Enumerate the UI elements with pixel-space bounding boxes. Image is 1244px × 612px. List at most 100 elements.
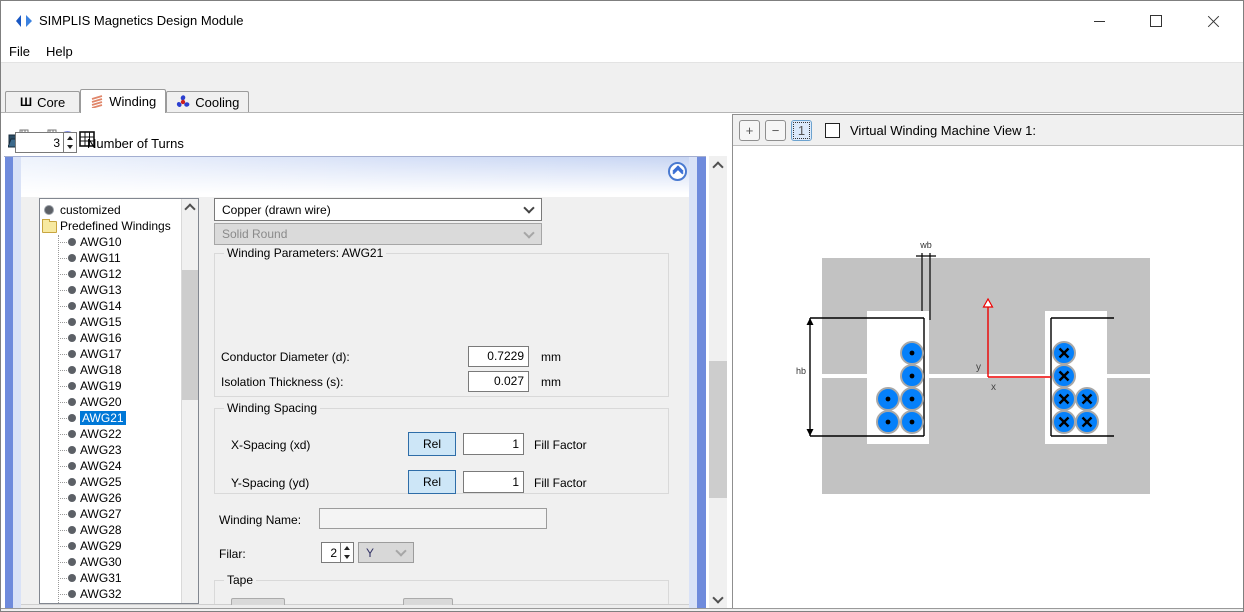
chevron-up-icon — [184, 203, 195, 214]
x-fill-factor-field[interactable]: 1 — [463, 433, 524, 455]
tree-item-awg11[interactable]: AWG11 — [40, 250, 183, 266]
item-dot-icon — [68, 494, 76, 502]
scroll-down-button[interactable] — [709, 590, 727, 608]
tree-item-label: AWG31 — [80, 571, 122, 585]
wire-shape-combobox-value: Solid Round — [222, 227, 287, 241]
y-fill-factor-field[interactable]: 1 — [463, 471, 524, 493]
tree-branch — [58, 258, 67, 259]
tree-item-label: AWG11 — [80, 251, 121, 265]
window-bottom-edge — [1, 608, 1244, 612]
tape-partial-control[interactable] — [231, 598, 285, 605]
tab-bar: Ш Core Winding Cooling — [1, 91, 1243, 113]
tree-item-awg12[interactable]: AWG12 — [40, 266, 183, 282]
tree-item-label: AWG25 — [80, 475, 122, 489]
tree-item-label: AWG19 — [80, 379, 122, 393]
tree-item-awg22[interactable]: AWG22 — [40, 426, 183, 442]
number-of-turns-input[interactable] — [15, 132, 64, 153]
winding-name-input[interactable] — [319, 508, 547, 529]
tab-core[interactable]: Ш Core — [5, 91, 80, 112]
tree-item-awg27[interactable]: AWG27 — [40, 506, 183, 522]
item-dot-icon — [68, 478, 76, 486]
collapse-panel-button[interactable] — [668, 162, 687, 181]
zoom-one-to-one-button[interactable]: 1 — [791, 120, 812, 141]
view-checkbox[interactable] — [825, 123, 840, 138]
tree-item-predefined-windings[interactable]: Predefined Windings — [40, 218, 183, 234]
filar-count-input[interactable] — [321, 542, 341, 563]
zoom-out-button[interactable]: − — [765, 120, 786, 141]
item-dot-icon — [68, 382, 76, 390]
isolation-thickness-label: Isolation Thickness (s): — [221, 375, 344, 389]
tree-branch — [58, 578, 67, 579]
filar-stepper[interactable] — [341, 542, 354, 563]
pane-scrollbar-thumb[interactable] — [709, 361, 727, 498]
tree-item-awg23[interactable]: AWG23 — [40, 442, 183, 458]
zoom-in-button[interactable]: + — [739, 120, 760, 141]
item-dot-icon — [68, 526, 76, 534]
stepper-up[interactable] — [341, 543, 353, 553]
y-fill-factor-label: Fill Factor — [534, 476, 587, 490]
stepper-up[interactable] — [64, 133, 76, 143]
tree-item-awg24[interactable]: AWG24 — [40, 458, 183, 474]
tab-winding[interactable]: Winding — [80, 89, 166, 113]
isolation-thickness-field[interactable]: 0.027 — [468, 371, 529, 392]
tree-item-awg13[interactable]: AWG13 — [40, 282, 183, 298]
stepper-down[interactable] — [341, 553, 353, 563]
tree-item-awg20[interactable]: AWG20 — [40, 394, 183, 410]
app-icon — [14, 14, 34, 28]
tree-item-awg19[interactable]: AWG19 — [40, 378, 183, 394]
panel-right-bar-light — [689, 157, 697, 612]
x-spacing-rel-button[interactable]: Rel — [408, 432, 456, 456]
tree-item-label: AWG15 — [80, 315, 122, 329]
winding-name-label: Winding Name: — [219, 513, 301, 527]
tree-item-awg14[interactable]: AWG14 — [40, 298, 183, 314]
number-of-turns-stepper[interactable] — [64, 132, 77, 153]
tree-item-awg32[interactable]: AWG32 — [40, 586, 183, 602]
tree-item-awg31[interactable]: AWG31 — [40, 570, 183, 586]
scroll-up-button[interactable] — [709, 156, 727, 174]
tree-item-awg16[interactable]: AWG16 — [40, 330, 183, 346]
tree-branch — [58, 402, 67, 403]
close-button[interactable] — [1191, 3, 1236, 39]
tree-scrollbar[interactable] — [181, 199, 198, 603]
item-dot-icon — [68, 286, 76, 294]
minimize-button[interactable] — [1077, 3, 1122, 39]
tree-item-awg18[interactable]: AWG18 — [40, 362, 183, 378]
tree-item-awg10[interactable]: AWG10 — [40, 234, 183, 250]
tab-core-label: Core — [37, 95, 65, 110]
tree-scrollbar-thumb[interactable] — [182, 270, 198, 400]
folder-icon — [42, 221, 57, 233]
tree-branch — [58, 306, 67, 307]
tree-item-awg28[interactable]: AWG28 — [40, 522, 183, 538]
chevron-down-icon — [395, 545, 406, 556]
tree-scroll-up-button[interactable] — [182, 199, 198, 215]
tree-item-awg15[interactable]: AWG15 — [40, 314, 183, 330]
x-spacing-label: X-Spacing (xd) — [231, 438, 310, 452]
tree-item-awg21[interactable]: AWG21 — [40, 410, 183, 426]
tree-item-label: AWG27 — [80, 507, 122, 521]
menu-help[interactable]: Help — [38, 42, 81, 61]
tree-items: customizedPredefined WindingsAWG10AWG11A… — [40, 202, 183, 604]
conductor-diameter-field[interactable]: 0.7229 — [468, 346, 529, 367]
stepper-down[interactable] — [64, 143, 76, 153]
tree-item-label: AWG29 — [80, 539, 122, 553]
maximize-button[interactable] — [1133, 3, 1178, 39]
tape-partial-control[interactable] — [403, 598, 453, 605]
winding-parameters-title: Winding Parameters: AWG21 — [224, 246, 386, 260]
material-combobox[interactable]: Copper (drawn wire) — [214, 198, 542, 221]
tree-item-awg33[interactable]: AWG33 — [40, 602, 183, 604]
y-spacing-rel-button[interactable]: Rel — [408, 470, 456, 494]
tree-item-awg29[interactable]: AWG29 — [40, 538, 183, 554]
winding-tree[interactable]: customizedPredefined WindingsAWG10AWG11A… — [39, 198, 199, 604]
tree-item-awg17[interactable]: AWG17 — [40, 346, 183, 362]
application-window: SIMPLIS Magnetics Design Module File Hel… — [0, 0, 1244, 612]
tree-branch — [58, 386, 67, 387]
core-icon: Ш — [20, 96, 32, 108]
menu-file[interactable]: File — [1, 42, 38, 61]
tree-item-awg25[interactable]: AWG25 — [40, 474, 183, 490]
tree-item-awg26[interactable]: AWG26 — [40, 490, 183, 506]
tree-item-customized[interactable]: customized — [40, 202, 183, 218]
tab-cooling[interactable]: Cooling — [166, 91, 249, 112]
filar-direction-combobox[interactable]: Y — [358, 542, 414, 563]
tree-item-awg30[interactable]: AWG30 — [40, 554, 183, 570]
view-toolbar: + − 1 Virtual Winding Machine View 1: — [733, 115, 1243, 146]
